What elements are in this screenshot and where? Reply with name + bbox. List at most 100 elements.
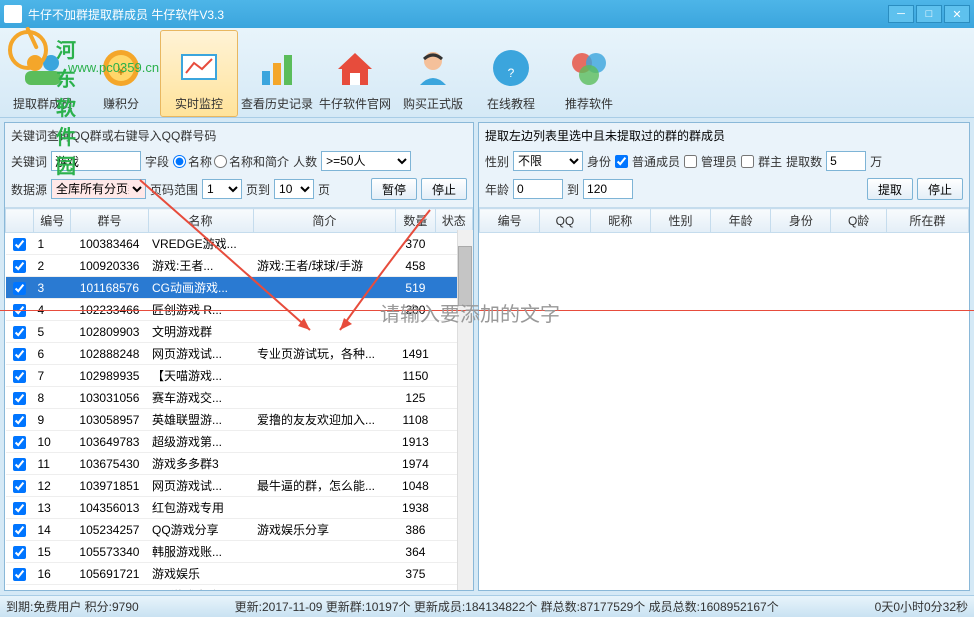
close-button[interactable]: ✕ xyxy=(944,5,970,23)
table-row[interactable]: 1710689834391y游戏交流1989 xyxy=(6,585,473,591)
row-checkbox[interactable] xyxy=(13,436,26,449)
help-icon: ? xyxy=(486,43,536,93)
extract-button[interactable]: 提取 xyxy=(867,178,913,200)
extract-count-label: 提取数 xyxy=(786,153,822,170)
chk-admin[interactable] xyxy=(684,155,697,168)
status-center: 更新:2017-11-09 更新群:10197个 更新成员:184134822个… xyxy=(235,598,779,615)
source-label: 数据源 xyxy=(11,181,47,198)
row-checkbox[interactable] xyxy=(13,568,26,581)
col-header[interactable]: 编号 xyxy=(34,209,71,233)
row-checkbox[interactable] xyxy=(13,260,26,273)
table-row[interactable]: 4102233466匠创游戏 R...200 xyxy=(6,299,473,321)
table-row[interactable]: 9103058957英雄联盟游...爱撸的友友欢迎加入...1108 xyxy=(6,409,473,431)
right-header: 提取左边列表里选中且未提取过的群的群成员 xyxy=(485,127,963,144)
toolbar-people[interactable]: 提取群成员 xyxy=(4,30,82,117)
col-header[interactable]: 简介 xyxy=(253,209,396,233)
age-to-input[interactable] xyxy=(583,179,633,199)
table-row[interactable]: 7102989935【天喵游戏...1150 xyxy=(6,365,473,387)
row-checkbox[interactable] xyxy=(13,326,26,339)
table-row[interactable]: 10103649783超级游戏第...1913 xyxy=(6,431,473,453)
status-right: 0天0小时0分32秒 xyxy=(875,598,968,615)
row-checkbox[interactable] xyxy=(13,524,26,537)
toolbar-monitor[interactable]: 实时监控 xyxy=(160,30,238,117)
window-title: 牛仔不加群提取群成员 牛仔软件V3.3 xyxy=(28,6,888,23)
app-icon xyxy=(4,5,22,23)
left-table-wrap[interactable]: 编号群号名称简介数量状态 1100383464VREDGE游戏...370210… xyxy=(5,208,473,590)
table-row[interactable]: 2100920336游戏:王者...游戏:王者/球球/手游458 xyxy=(6,255,473,277)
pause-button[interactable]: 暂停 xyxy=(371,178,417,200)
table-row[interactable]: 1100383464VREDGE游戏...370 xyxy=(6,233,473,255)
row-checkbox[interactable] xyxy=(13,370,26,383)
table-row[interactable]: 8103031056赛车游戏交...125 xyxy=(6,387,473,409)
group-table: 编号群号名称简介数量状态 1100383464VREDGE游戏...370210… xyxy=(5,208,473,590)
gender-label: 性别 xyxy=(485,153,509,170)
row-checkbox[interactable] xyxy=(13,546,26,559)
extract-count-input[interactable] xyxy=(826,151,866,171)
table-row[interactable]: 3101168576CG动画游戏...519 xyxy=(6,277,473,299)
row-checkbox[interactable] xyxy=(13,414,26,427)
page-to-select[interactable]: 10 xyxy=(274,179,314,199)
row-checkbox[interactable] xyxy=(13,238,26,251)
col-header[interactable]: QQ xyxy=(540,209,590,233)
col-header[interactable]: 状态 xyxy=(435,209,472,233)
age-label: 年龄 xyxy=(485,181,509,198)
minimize-button[interactable]: ─ xyxy=(888,5,914,23)
stop-button-right[interactable]: 停止 xyxy=(917,178,963,200)
table-row[interactable]: 15105573340韩服游戏账...364 xyxy=(6,541,473,563)
toolbar-home[interactable]: 牛仔软件官网 xyxy=(316,30,394,117)
col-header[interactable]: 编号 xyxy=(480,209,540,233)
source-select[interactable]: 全库所有分页类 xyxy=(51,179,146,199)
toolbar-coin[interactable]: ¥赚积分 xyxy=(82,30,160,117)
table-row[interactable]: 16105691721游戏娱乐375 xyxy=(6,563,473,585)
gender-select[interactable]: 不限 xyxy=(513,151,583,171)
stop-button-left[interactable]: 停止 xyxy=(421,178,467,200)
svg-text:?: ? xyxy=(508,66,515,80)
col-header[interactable]: 性别 xyxy=(650,209,710,233)
maximize-button[interactable]: □ xyxy=(916,5,942,23)
radio-name-desc[interactable] xyxy=(214,155,227,168)
right-panel: 提取左边列表里选中且未提取过的群的群成员 性别 不限 身份 普通成员 管理员 群… xyxy=(478,122,970,591)
col-header[interactable]: 所在群 xyxy=(886,209,968,233)
home-icon xyxy=(330,43,380,93)
row-checkbox[interactable] xyxy=(13,304,26,317)
row-checkbox[interactable] xyxy=(13,480,26,493)
age-from-input[interactable] xyxy=(513,179,563,199)
table-row[interactable]: 13104356013红包游戏专用1938 xyxy=(6,497,473,519)
col-header[interactable]: 身份 xyxy=(771,209,831,233)
status-left: 到期:免费用户 积分:9790 xyxy=(6,598,139,615)
row-checkbox[interactable] xyxy=(13,502,26,515)
toolbar-help[interactable]: ?在线教程 xyxy=(472,30,550,117)
keyword-input[interactable] xyxy=(51,151,141,171)
toolbar-circles[interactable]: 推荐软件 xyxy=(550,30,628,117)
statusbar: 到期:免费用户 积分:9790 更新:2017-11-09 更新群:10197个… xyxy=(0,595,974,617)
row-checkbox[interactable] xyxy=(13,282,26,295)
toolbar-chart[interactable]: 查看历史记录 xyxy=(238,30,316,117)
chart-icon xyxy=(252,43,302,93)
col-header[interactable]: 群号 xyxy=(71,209,148,233)
right-table-wrap[interactable]: 编号QQ昵称性别年龄身份Q龄所在群 xyxy=(479,208,969,590)
support-icon xyxy=(408,43,458,93)
col-header[interactable]: 数量 xyxy=(396,209,435,233)
row-checkbox[interactable] xyxy=(13,392,26,405)
coin-icon: ¥ xyxy=(96,43,146,93)
left-panel: 关键词查询QQ群或右键导入QQ群号码 关键词 字段 名称 名称和简介 人数 >=… xyxy=(4,122,474,591)
col-header[interactable]: Q龄 xyxy=(831,209,886,233)
col-header[interactable]: 名称 xyxy=(148,209,253,233)
radio-name[interactable] xyxy=(173,155,186,168)
scrollbar-vertical[interactable] xyxy=(457,230,473,590)
row-checkbox[interactable] xyxy=(13,348,26,361)
col-header[interactable]: 昵称 xyxy=(590,209,650,233)
row-checkbox[interactable] xyxy=(13,458,26,471)
table-row[interactable]: 12103971851网页游戏试...最牛逼的群，怎么能...1048 xyxy=(6,475,473,497)
chk-member[interactable] xyxy=(615,155,628,168)
col-header[interactable]: 年龄 xyxy=(711,209,771,233)
toolbar-support[interactable]: 购买正式版 xyxy=(394,30,472,117)
table-row[interactable]: 11103675430游戏多多群31974 xyxy=(6,453,473,475)
page-from-select[interactable]: 1 xyxy=(202,179,242,199)
chk-owner[interactable] xyxy=(741,155,754,168)
count-select[interactable]: >=50人 xyxy=(321,151,411,171)
table-row[interactable]: 6102888248网页游戏试...专业页游试玩，各种...1491 xyxy=(6,343,473,365)
table-row[interactable]: 14105234257QQ游戏分享游戏娱乐分享386 xyxy=(6,519,473,541)
table-row[interactable]: 5102809903文明游戏群 xyxy=(6,321,473,343)
monitor-icon xyxy=(174,43,224,93)
